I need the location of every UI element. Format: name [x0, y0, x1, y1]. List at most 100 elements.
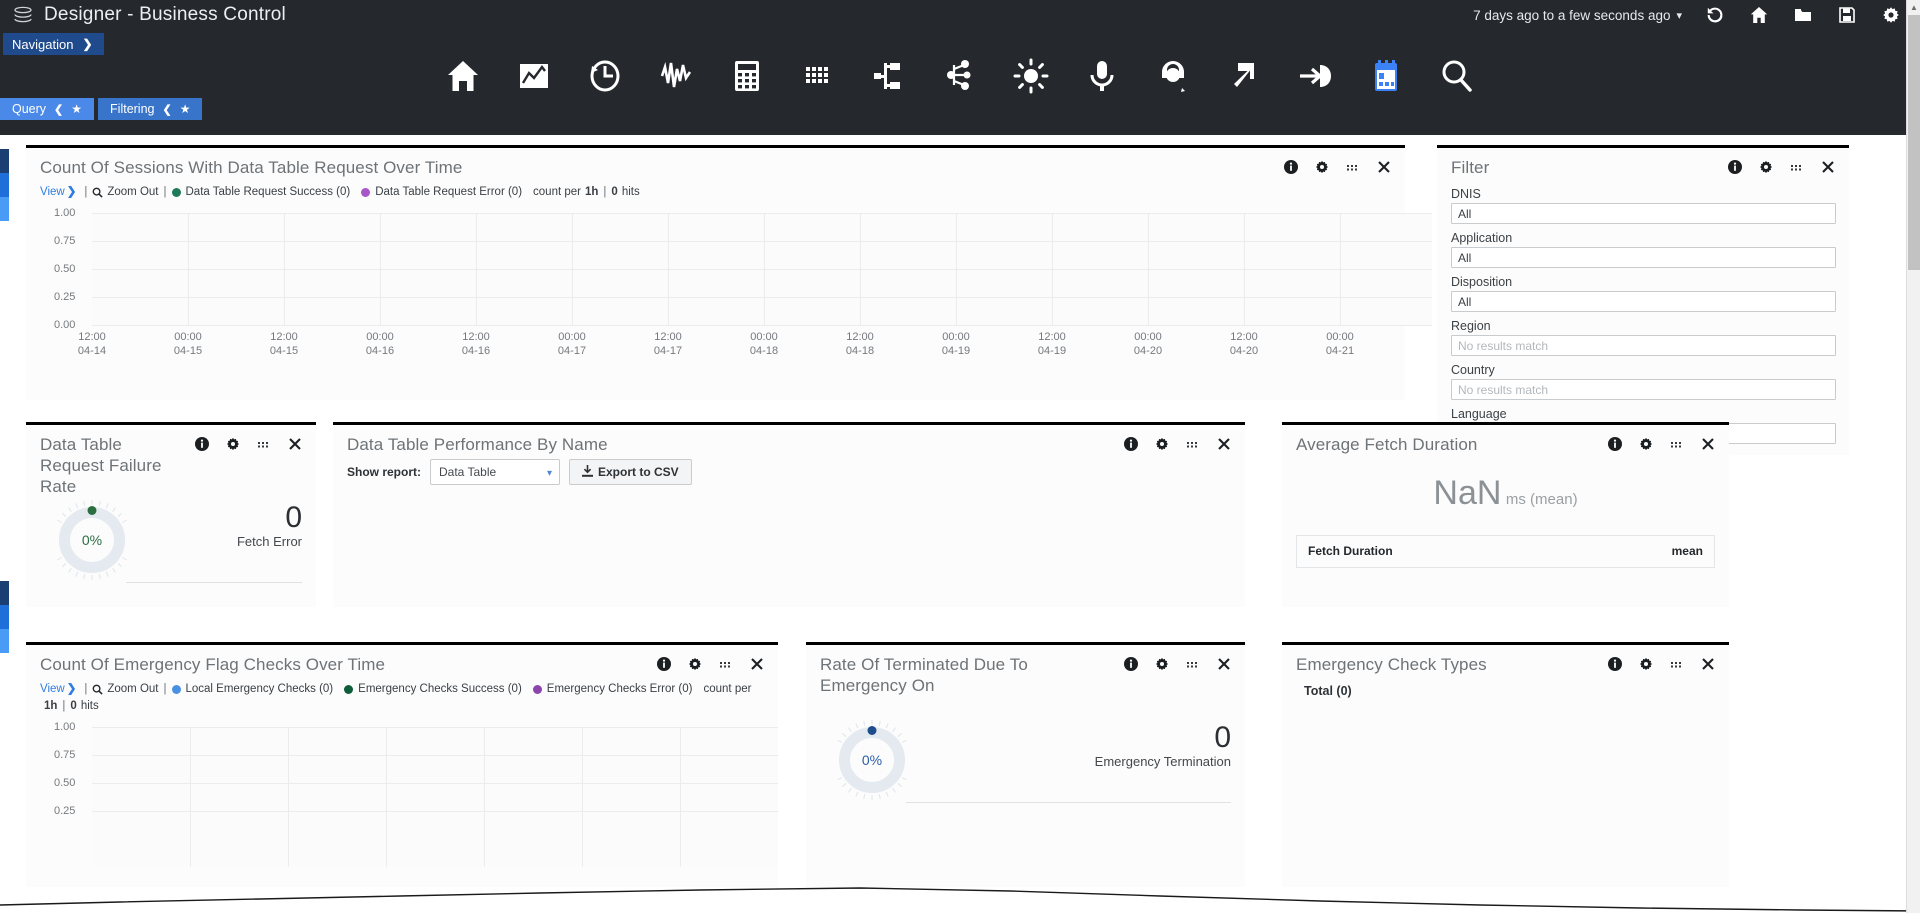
- zoom-out-button[interactable]: Zoom Out: [92, 184, 158, 201]
- metric-label: Emergency Termination: [951, 754, 1231, 769]
- close-icon[interactable]: [288, 437, 302, 451]
- hamburger-icon[interactable]: [6, 0, 40, 30]
- y-tick-label: 0.75: [54, 749, 75, 761]
- info-icon[interactable]: [1608, 437, 1622, 451]
- tab-filtering[interactable]: Filtering ❮ ★: [98, 98, 202, 120]
- x-tick-date: 04-21: [1310, 344, 1370, 358]
- drag-handle-icon[interactable]: [1186, 657, 1200, 671]
- gear-icon[interactable]: [1639, 437, 1653, 451]
- filter-fields: DNISApplicationDispositionRegionCountryL…: [1451, 187, 1836, 451]
- x-tick-label: 12:0004-20: [1214, 330, 1274, 358]
- x-tick-time: 00:00: [1310, 330, 1370, 344]
- gear-icon[interactable]: [1155, 657, 1169, 671]
- gear-icon[interactable]: [1315, 160, 1329, 174]
- arrow-into-icon[interactable]: [1292, 53, 1338, 99]
- info-icon[interactable]: [1608, 657, 1622, 671]
- drag-handle-icon[interactable]: [1346, 160, 1360, 174]
- info-icon[interactable]: [195, 437, 209, 451]
- close-icon[interactable]: [1217, 437, 1231, 451]
- home-icon[interactable]: [1748, 4, 1770, 26]
- navigation-button[interactable]: Navigation ❯: [3, 33, 104, 55]
- gear-icon[interactable]: [688, 657, 702, 671]
- x-tick-date: 04-17: [638, 344, 698, 358]
- filter-input-application[interactable]: [1451, 247, 1836, 268]
- panel-title: Emergency Check Types: [1296, 654, 1487, 675]
- x-tick-date: 04-20: [1118, 344, 1178, 358]
- scroll-up-arrow[interactable]: ▲: [1907, 0, 1920, 14]
- show-report-row: Show report: Data Table ▾ Export to CSV: [347, 459, 692, 485]
- gauge-tick: [879, 721, 881, 726]
- search-icon[interactable]: [1434, 53, 1480, 99]
- waveform-icon[interactable]: [653, 53, 699, 99]
- close-icon[interactable]: [1377, 160, 1391, 174]
- chart-line-icon[interactable]: [511, 53, 557, 99]
- refresh-icon[interactable]: [1704, 4, 1726, 26]
- icon-toolbar: [440, 45, 1480, 107]
- info-icon[interactable]: [1728, 160, 1742, 174]
- zoom-out-button[interactable]: Zoom Out: [92, 681, 158, 698]
- network-nodes-icon[interactable]: [937, 53, 983, 99]
- vertical-scrollbar[interactable]: ▲: [1906, 0, 1920, 913]
- arrow-up-right-icon[interactable]: [1221, 53, 1267, 99]
- home-icon[interactable]: [440, 53, 486, 99]
- chevron-right-icon: ❯: [82, 37, 92, 51]
- gear-icon[interactable]: [1759, 160, 1773, 174]
- x-tick-date: 04-16: [350, 344, 410, 358]
- star-icon: ★: [180, 102, 191, 116]
- save-icon[interactable]: [1836, 4, 1858, 26]
- scrollbar-thumb[interactable]: [1908, 15, 1920, 270]
- close-icon[interactable]: [1701, 657, 1715, 671]
- drag-handle-icon[interactable]: [1670, 437, 1684, 451]
- legend-item[interactable]: Data Table Request Success (0): [172, 184, 351, 201]
- close-icon[interactable]: [1821, 160, 1835, 174]
- x-tick-date: 04-16: [446, 344, 506, 358]
- gear-icon[interactable]: [226, 437, 240, 451]
- interval-value: 1h: [585, 184, 598, 201]
- table-header-row: Fetch Duration mean: [1297, 536, 1714, 566]
- info-icon[interactable]: [657, 657, 671, 671]
- folder-open-icon[interactable]: [1792, 4, 1814, 26]
- calendar-report-icon[interactable]: [1363, 53, 1409, 99]
- flow-branch-icon[interactable]: [866, 53, 912, 99]
- filter-input-country[interactable]: [1451, 379, 1836, 400]
- grid-dots-icon[interactable]: [795, 53, 841, 99]
- filter-input-region[interactable]: [1451, 335, 1836, 356]
- close-icon[interactable]: [750, 657, 764, 671]
- microphone-icon[interactable]: [1079, 53, 1125, 99]
- calculator-icon[interactable]: [724, 53, 770, 99]
- panel-title: Data Table Performance By Name: [347, 434, 608, 455]
- view-link[interactable]: View: [40, 184, 65, 201]
- tab-query[interactable]: Query ❮ ★: [0, 98, 94, 120]
- info-icon[interactable]: [1124, 657, 1138, 671]
- legend-item[interactable]: Local Emergency Checks (0): [172, 681, 334, 698]
- report-select[interactable]: Data Table: [430, 459, 560, 485]
- panel-title: Rate Of Terminated Due To Emergency On: [820, 654, 1110, 696]
- view-link[interactable]: View: [40, 681, 65, 698]
- filter-input-disposition[interactable]: [1451, 291, 1836, 312]
- close-icon[interactable]: [1217, 657, 1231, 671]
- gear-icon[interactable]: [1155, 437, 1169, 451]
- legend-label: Emergency Checks Error (0): [547, 681, 693, 698]
- drag-handle-icon[interactable]: [257, 437, 271, 451]
- clock-history-icon[interactable]: [582, 53, 628, 99]
- info-icon[interactable]: [1124, 437, 1138, 451]
- legend-item[interactable]: Emergency Checks Success (0): [344, 681, 522, 698]
- export-csv-button[interactable]: Export to CSV: [569, 459, 692, 485]
- headset-agent-icon[interactable]: [1150, 53, 1196, 99]
- gear-icon[interactable]: [1880, 4, 1902, 26]
- drag-handle-icon[interactable]: [1186, 437, 1200, 451]
- legend-item[interactable]: Emergency Checks Error (0): [533, 681, 693, 698]
- time-range-label: 7 days ago to a few seconds ago: [1473, 8, 1670, 23]
- sun-burst-icon[interactable]: [1008, 53, 1054, 99]
- info-icon[interactable]: [1284, 160, 1298, 174]
- filter-input-dnis[interactable]: [1451, 203, 1836, 224]
- gear-icon[interactable]: [1639, 657, 1653, 671]
- drag-handle-icon[interactable]: [1790, 160, 1804, 174]
- legend-label: Emergency Checks Success (0): [358, 681, 522, 698]
- time-range-picker[interactable]: 7 days ago to a few seconds ago ▾: [1473, 8, 1682, 23]
- drag-handle-icon[interactable]: [719, 657, 733, 671]
- panel-fetch-duration: Average Fetch Duration NaN ms (mean) Fet…: [1282, 422, 1729, 607]
- close-icon[interactable]: [1701, 437, 1715, 451]
- drag-handle-icon[interactable]: [1670, 657, 1684, 671]
- legend-item[interactable]: Data Table Request Error (0): [361, 184, 522, 201]
